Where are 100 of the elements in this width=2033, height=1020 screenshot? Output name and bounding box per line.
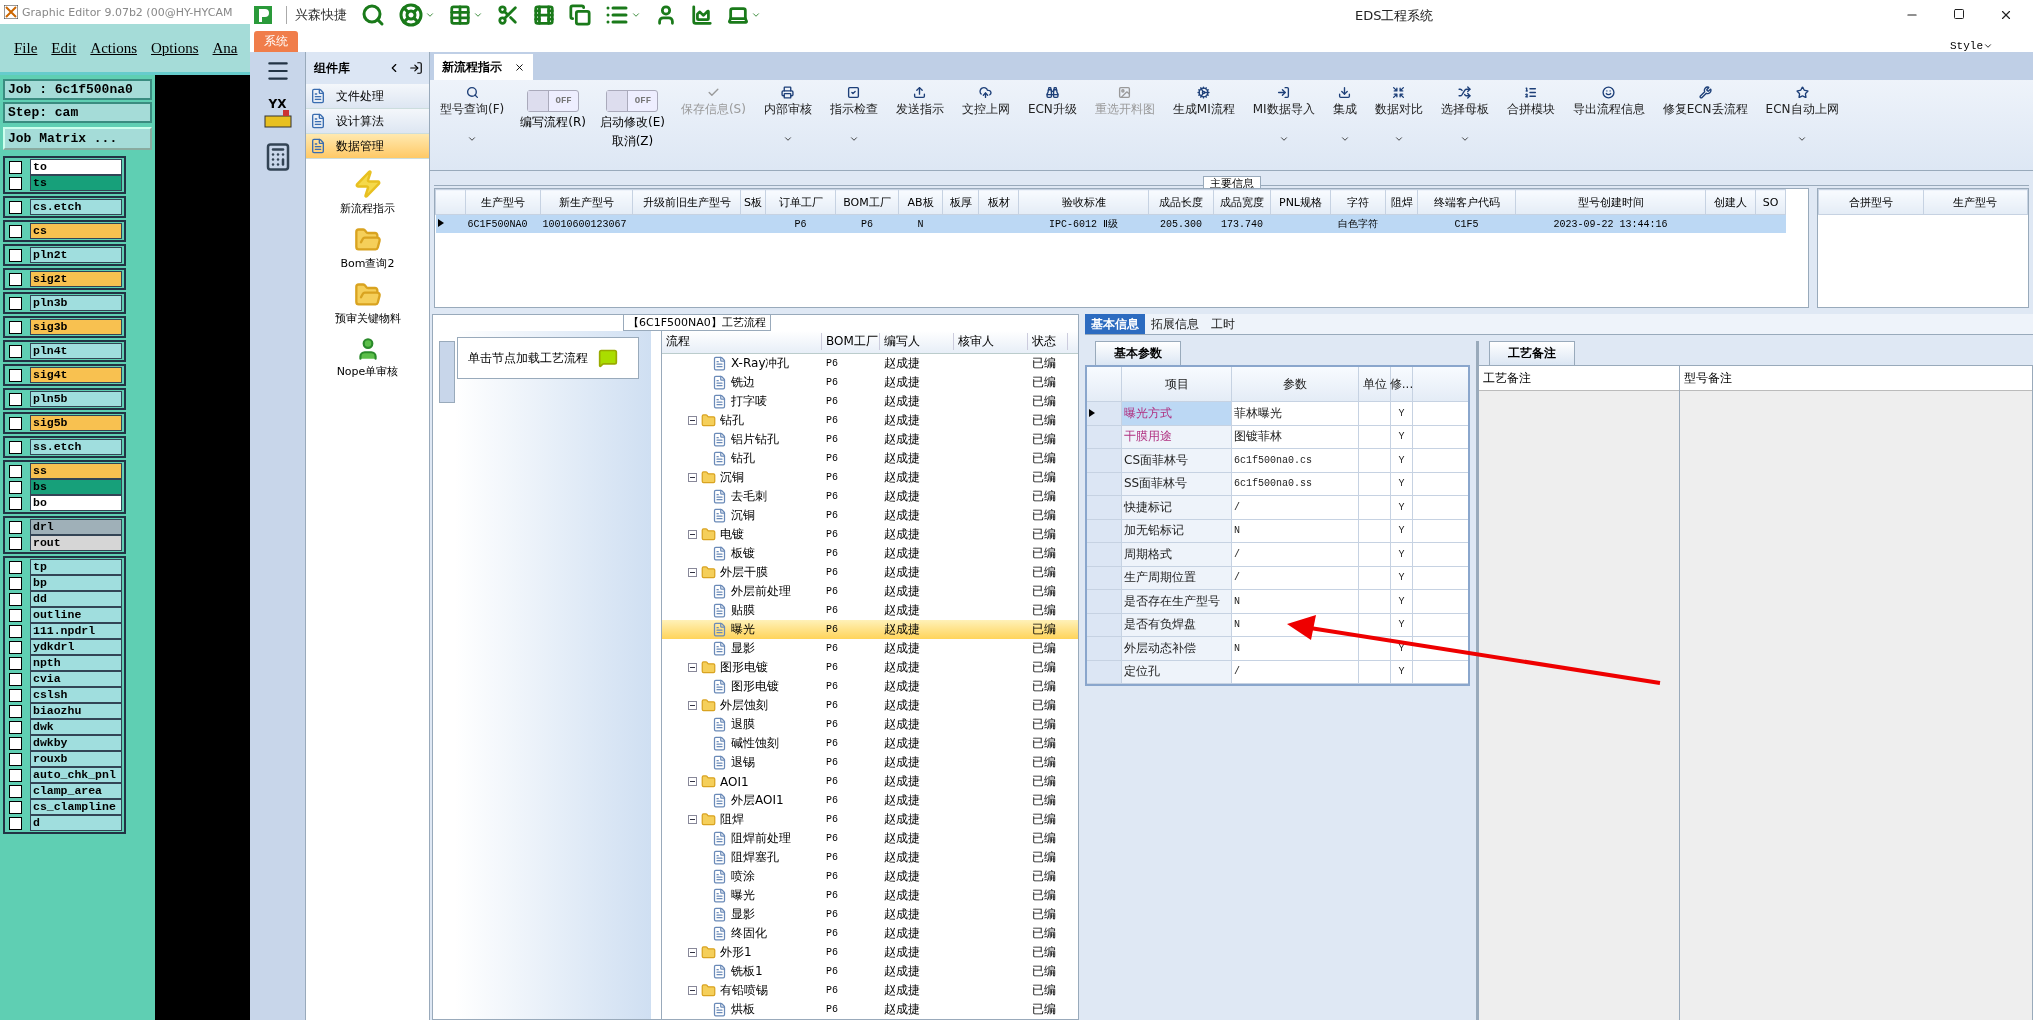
column-header[interactable]: 编写人: [880, 333, 954, 351]
checkbox[interactable]: [9, 480, 22, 494]
collapse-icon[interactable]: [688, 948, 697, 958]
table-icon[interactable]: [449, 4, 471, 26]
layer-name[interactable]: pln5b: [30, 391, 122, 407]
checkbox[interactable]: [9, 640, 22, 654]
toolbar-button[interactable]: 型号查询(F): [438, 86, 507, 144]
layer-name[interactable]: ts: [30, 175, 122, 191]
layer-name[interactable]: npth: [30, 655, 122, 671]
close-icon[interactable]: [514, 61, 525, 73]
layer-name[interactable]: bs: [30, 479, 122, 495]
checkbox[interactable]: [9, 464, 22, 478]
checkbox[interactable]: [9, 536, 22, 550]
tree-row[interactable]: 钻孔 P6 赵成捷 已编: [662, 410, 1078, 430]
tree-row[interactable]: 阻焊 P6 赵成捷 已编: [662, 810, 1078, 830]
checkbox[interactable]: [9, 560, 22, 574]
tree-row[interactable]: 图形电镀 P6 赵成捷 已编: [662, 676, 1078, 696]
column-header[interactable]: 单位: [1359, 367, 1391, 401]
collapse-icon[interactable]: [688, 986, 697, 996]
table-cell[interactable]: 定位孔: [1122, 660, 1232, 683]
tab[interactable]: 拓展信息: [1145, 314, 1205, 334]
tree-row[interactable]: 打字唛 P6 赵成捷 已编: [662, 391, 1078, 411]
layer-name[interactable]: rout: [30, 535, 122, 551]
column-header[interactable]: 板材: [978, 189, 1019, 215]
layer-name[interactable]: pln4t: [30, 343, 122, 359]
layer-name[interactable]: bp: [30, 575, 122, 591]
copy-icon[interactable]: [569, 4, 591, 26]
toggle-switch[interactable]: OFF: [527, 90, 580, 112]
checkbox[interactable]: [9, 520, 22, 534]
tree-row[interactable]: 去毛刺 P6 赵成捷 已编: [662, 486, 1078, 506]
tree-row[interactable]: 终固化 P6 赵成捷 已编: [662, 924, 1078, 944]
tree-row[interactable]: 外形1 P6 赵成捷 已编: [662, 943, 1078, 963]
column-header[interactable]: S板: [740, 189, 766, 215]
checkbox[interactable]: [9, 592, 22, 606]
tree-row[interactable]: 钻孔 P6 赵成捷 已编: [662, 448, 1078, 468]
collapse-icon[interactable]: [688, 567, 697, 577]
column-header[interactable]: 板厚: [942, 189, 979, 215]
column-header[interactable]: 成品宽度: [1213, 189, 1271, 215]
tree-row[interactable]: 退膜 P6 赵成捷 已编: [662, 714, 1078, 734]
person-icon[interactable]: [655, 4, 677, 26]
layer-name[interactable]: ydkdrl: [30, 639, 122, 655]
layer-name[interactable]: cs: [30, 223, 122, 239]
layer-name[interactable]: sig3b: [30, 319, 122, 335]
column-header[interactable]: SO: [1755, 189, 1786, 215]
tree-row[interactable]: 阻焊前处理 P6 赵成捷 已编: [662, 829, 1078, 849]
checkbox[interactable]: [9, 736, 22, 750]
column-header[interactable]: 流程: [662, 333, 822, 351]
checkbox[interactable]: [9, 768, 22, 782]
toolbar-button[interactable]: 发送指示: [893, 86, 946, 118]
checkbox[interactable]: [9, 752, 22, 766]
table-row[interactable]: 6C1F500NA0 10010600123067 P6 P6 N IPC-6012 Ⅱ级 205.300 173.740 白色字符 C1F5 2023-09-22 13:44:16: [435, 214, 1786, 233]
checkbox[interactable]: [9, 720, 22, 734]
toolbar-button[interactable]: 生成MI流程: [1170, 86, 1237, 118]
table-cell[interactable]: 快捷标记: [1122, 496, 1232, 519]
checkbox[interactable]: [9, 160, 22, 174]
column-header[interactable]: 订单工厂: [765, 189, 836, 215]
checkbox[interactable]: [9, 200, 22, 214]
column-header[interactable]: 新生产型号: [540, 189, 633, 215]
column-header[interactable]: 核审人: [954, 333, 1028, 351]
column-header[interactable]: 型号备注: [1680, 366, 2032, 391]
checkbox[interactable]: [9, 784, 22, 798]
layer-name[interactable]: tp: [30, 559, 122, 575]
column-header[interactable]: 生产型号: [1923, 189, 2028, 215]
toolbar-button[interactable]: 选择母板: [1438, 86, 1491, 144]
tool-label[interactable]: 预审关键物料: [334, 311, 401, 326]
tree-row[interactable]: 外层前处理 P6 赵成捷 已编: [662, 581, 1078, 601]
lifebuoy-icon[interactable]: [399, 3, 423, 27]
table-cell[interactable]: 生产周期位置: [1122, 566, 1232, 589]
area-chart-icon[interactable]: [691, 4, 713, 26]
checkbox[interactable]: [9, 800, 22, 814]
tree-row[interactable]: 曝光 P6 赵成捷 已编: [662, 619, 1078, 639]
layer-name[interactable]: auto_chk_pnl: [30, 767, 122, 783]
column-header[interactable]: BOM工厂: [835, 189, 899, 215]
toolbar-button[interactable]: 导出流程信息: [1570, 86, 1647, 118]
tree-row[interactable]: 显影 P6 赵成捷 已编: [662, 905, 1078, 925]
checkbox[interactable]: [9, 608, 22, 622]
column-header[interactable]: AB板: [898, 189, 943, 215]
collapse-icon[interactable]: [688, 777, 697, 786]
checkbox[interactable]: [9, 704, 22, 718]
layer-name[interactable]: 111.npdrl: [30, 623, 122, 639]
column-header[interactable]: 参数: [1232, 367, 1359, 401]
table-cell[interactable]: 曝光方式: [1122, 402, 1232, 425]
toolbar-button[interactable]: 文控上网: [959, 86, 1012, 118]
tree-row[interactable]: 显影 P6 赵成捷 已编: [662, 638, 1078, 658]
layer-name[interactable]: pln3b: [30, 295, 122, 311]
tab[interactable]: 基本参数: [1095, 341, 1181, 365]
style-menu[interactable]: Style: [1950, 40, 1993, 52]
tree-row[interactable]: 退锡 P6 赵成捷 已编: [662, 753, 1078, 772]
checkbox[interactable]: [9, 416, 22, 430]
checkbox[interactable]: [9, 656, 22, 670]
checkbox[interactable]: [9, 624, 22, 638]
layer-name[interactable]: sig2t: [30, 271, 122, 287]
layer-name[interactable]: biaozhu: [30, 703, 122, 719]
checkbox[interactable]: [9, 496, 22, 510]
tree-row[interactable]: 贴膜 P6 赵成捷 已编: [662, 600, 1078, 620]
checkbox[interactable]: [9, 224, 22, 238]
column-header[interactable]: 验收标准: [1018, 189, 1149, 215]
tree-row[interactable]: X-Ray冲孔 P6 赵成捷 已编: [662, 353, 1078, 373]
menu-item[interactable]: Options: [151, 39, 199, 57]
toolbar-button[interactable]: MI数据导入: [1250, 86, 1317, 144]
